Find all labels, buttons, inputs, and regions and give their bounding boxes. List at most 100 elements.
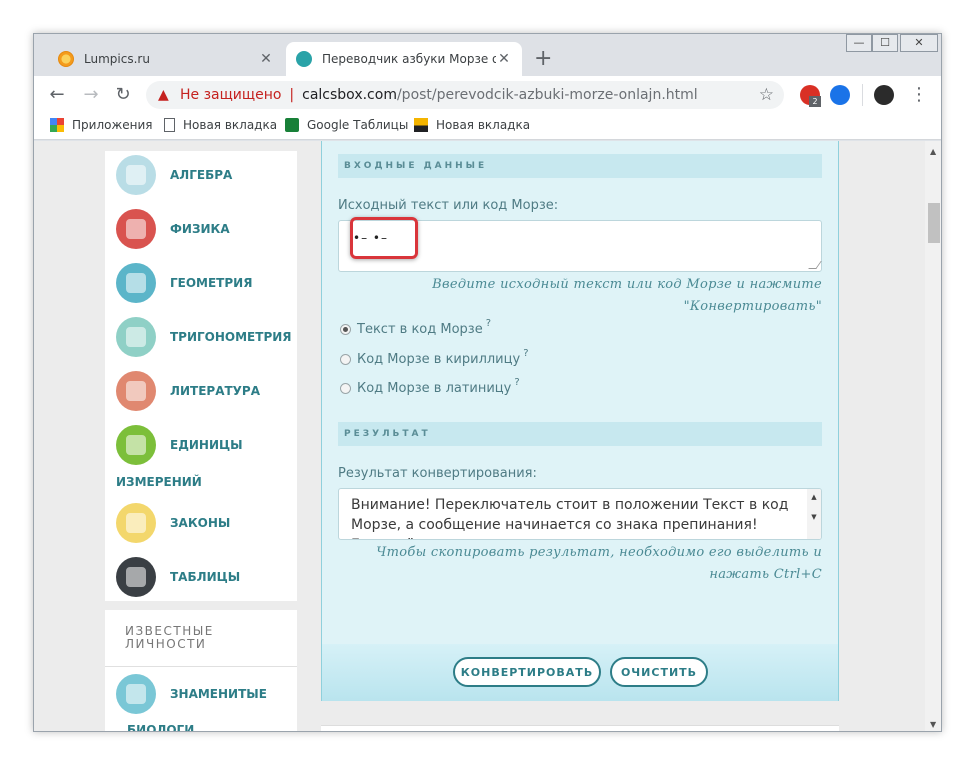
convert-button[interactable]: КОНВЕРТИРОВАТЬ [453, 657, 601, 687]
radio-label: Код Морзе в кириллицу [357, 352, 521, 367]
apps-grid-icon [50, 118, 64, 132]
morse-converter-panel: ВХОДНЫЕ ДАННЫЕ Исходный текст или код Мо… [321, 141, 839, 701]
famous-title-line: ЛИЧНОСТИ [125, 637, 207, 651]
next-block [321, 725, 839, 731]
sidebar-item-laws[interactable]: ЗАКОНЫ [116, 503, 230, 543]
lumpics-favicon-icon [58, 51, 74, 67]
reload-button[interactable]: ↻ [112, 84, 134, 106]
radio-unchecked-icon[interactable] [340, 354, 351, 365]
source-text-input[interactable]: •– •– [338, 217, 822, 272]
sidebar-item-famous[interactable]: ЗНАМЕНИТЫЕ [116, 674, 267, 714]
clover-icon [116, 674, 156, 714]
scroll-down-arrow-icon[interactable]: ▼ [807, 513, 821, 521]
bookmark-star-icon[interactable]: ☆ [759, 85, 774, 105]
result-scrollbar[interactable]: ▲ ▼ [807, 489, 821, 539]
page-scrollbar[interactable]: ▲ ▼ [925, 141, 941, 731]
button-bar: КОНВЕРТИРОВАТЬ ОЧИСТИТЬ [322, 644, 838, 701]
result-label: Результат конвертирования: [338, 466, 537, 481]
input-label: Исходный текст или код Морзе: [338, 198, 559, 213]
input-hint: Введите исходный текст или код Морзе и н… [352, 274, 822, 318]
laws-document-icon [116, 503, 156, 543]
geometry-triangle-icon [116, 263, 156, 303]
result-hint-line: Чтобы скопировать результат, необходимо … [376, 545, 822, 560]
profile-avatar[interactable] [874, 85, 894, 105]
sidebar-item-label: ТАБЛИЦЫ [170, 570, 241, 584]
tab-lumpics[interactable]: Lumpics.ru ✕ [48, 42, 284, 76]
sheets-icon [285, 118, 299, 132]
radio-label: Код Морзе в латиницу [357, 381, 512, 396]
scroll-up-arrow-icon[interactable]: ▲ [807, 493, 821, 501]
help-question-icon[interactable]: ? [486, 318, 491, 329]
help-question-icon[interactable]: ? [514, 377, 519, 388]
radio-text-to-morse[interactable]: Текст в код Морзе ? [340, 318, 491, 337]
result-text: Внимание! Переключатель стоит в положени… [351, 497, 789, 539]
radio-checked-icon[interactable] [340, 324, 351, 335]
result-hint: Чтобы скопировать результат, необходимо … [352, 542, 822, 586]
sidebar-item-label: ЗАКОНЫ [170, 516, 231, 530]
menu-icon[interactable]: ⋮ [908, 84, 930, 106]
help-question-icon[interactable]: ? [523, 348, 528, 359]
page-icon [164, 118, 175, 132]
bookmark-google-sheets[interactable]: Google Таблицы [285, 118, 408, 132]
calcsbox-favicon-icon [296, 51, 312, 67]
sidebar-item-label-continued[interactable]: ИЗМЕРЕНИЙ [116, 475, 202, 489]
tab-close-icon[interactable]: ✕ [496, 51, 512, 67]
input-section-header: ВХОДНЫЕ ДАННЫЕ [338, 154, 822, 178]
web-page: АЛГЕБРА ФИЗИКА ГЕОМЕТРИЯ ТРИГОНОМЕТРИЯ Л… [34, 141, 925, 732]
radio-unchecked-icon[interactable] [340, 383, 351, 394]
sidebar-item-label: ЗНАМЕНИТЫЕ [170, 687, 267, 701]
sidebar-item-literature[interactable]: ЛИТЕРАТУРА [116, 371, 260, 411]
not-secure-label[interactable]: Не защищено [180, 87, 281, 103]
url-host: calcsbox.com [302, 87, 397, 103]
scroll-up-arrow-icon[interactable]: ▲ [930, 147, 936, 156]
close-window-button[interactable]: ✕ [900, 34, 938, 52]
resize-handle[interactable] [808, 261, 822, 269]
radio-morse-to-latin[interactable]: Код Морзе в латиницу ? [340, 377, 520, 396]
sidebar-item-units[interactable]: ЕДИНИЦЫ [116, 425, 243, 465]
sidebar-item-geometry[interactable]: ГЕОМЕТРИЯ [116, 263, 252, 303]
tab-morse-translator[interactable]: Переводчик азбуки Морзе онла ✕ [286, 42, 522, 76]
address-bar[interactable]: ▲ Не защищено | calcsbox.com /post/perev… [146, 81, 784, 109]
divider [105, 666, 297, 667]
radio-morse-to-cyrillic[interactable]: Код Морзе в кириллицу ? [340, 348, 529, 367]
sidebar-item-trigonometry[interactable]: ТРИГОНОМЕТРИЯ [116, 317, 292, 357]
sidebar-item-label: ЕДИНИЦЫ [170, 438, 243, 452]
bookmark-apps[interactable]: Приложения [50, 118, 153, 132]
tables-clipboard-icon [116, 557, 156, 597]
bookmark-label: Новая вкладка [436, 118, 531, 132]
new-tab-button[interactable]: + [534, 47, 552, 71]
sidebar-item-label: ТРИГОНОМЕТРИЯ [170, 330, 292, 344]
tab-close-icon[interactable]: ✕ [258, 51, 274, 67]
physics-atom-icon [116, 209, 156, 249]
bookmark-new-tab-1[interactable]: Новая вкладка [164, 118, 277, 132]
extension-badge: 2 [809, 96, 821, 107]
warning-icon: ▲ [158, 87, 169, 103]
separator: | [289, 87, 295, 103]
tab-title: Lumpics.ru [84, 52, 150, 66]
subjects-sidebar: АЛГЕБРА ФИЗИКА ГЕОМЕТРИЯ ТРИГОНОМЕТРИЯ Л… [105, 151, 297, 601]
bookmark-new-tab-2[interactable]: Новая вкладка [414, 118, 530, 132]
algebra-icon [116, 155, 156, 195]
minimize-button[interactable]: — [846, 34, 872, 52]
bookmark-label: Новая вкладка [183, 118, 278, 132]
clear-button[interactable]: ОЧИСТИТЬ [610, 657, 708, 687]
sidebar-item-label-cut: БИОЛОГИ [127, 723, 195, 732]
forward-button[interactable]: → [80, 84, 102, 106]
browser-window: — ☐ ✕ Lumpics.ru ✕ Переводчик азбуки Мор… [33, 33, 942, 732]
result-output[interactable]: Внимание! Переключатель стоит в положени… [338, 488, 822, 540]
bookmark-label: Приложения [72, 118, 153, 132]
units-scales-icon [116, 425, 156, 465]
maximize-button[interactable]: ☐ [872, 34, 898, 52]
sidebar-item-tables[interactable]: ТАБЛИЦЫ [116, 557, 240, 597]
image-icon [414, 118, 428, 132]
back-button[interactable]: ← [46, 84, 68, 106]
tab-strip: — ☐ ✕ Lumpics.ru ✕ Переводчик азбуки Мор… [34, 34, 941, 76]
extension-globe-icon[interactable] [830, 85, 850, 105]
scrollbar-thumb[interactable] [928, 203, 940, 243]
scroll-down-arrow-icon[interactable]: ▼ [930, 720, 936, 729]
sidebar-item-algebra[interactable]: АЛГЕБРА [116, 155, 232, 195]
input-hint-line: Введите исходный текст или код Морзе и н… [432, 277, 822, 292]
sidebar-item-physics[interactable]: ФИЗИКА [116, 209, 230, 249]
trigonometry-icon [116, 317, 156, 357]
famous-section-title: ИЗВЕСТНЫЕ ЛИЧНОСТИ [125, 625, 265, 651]
